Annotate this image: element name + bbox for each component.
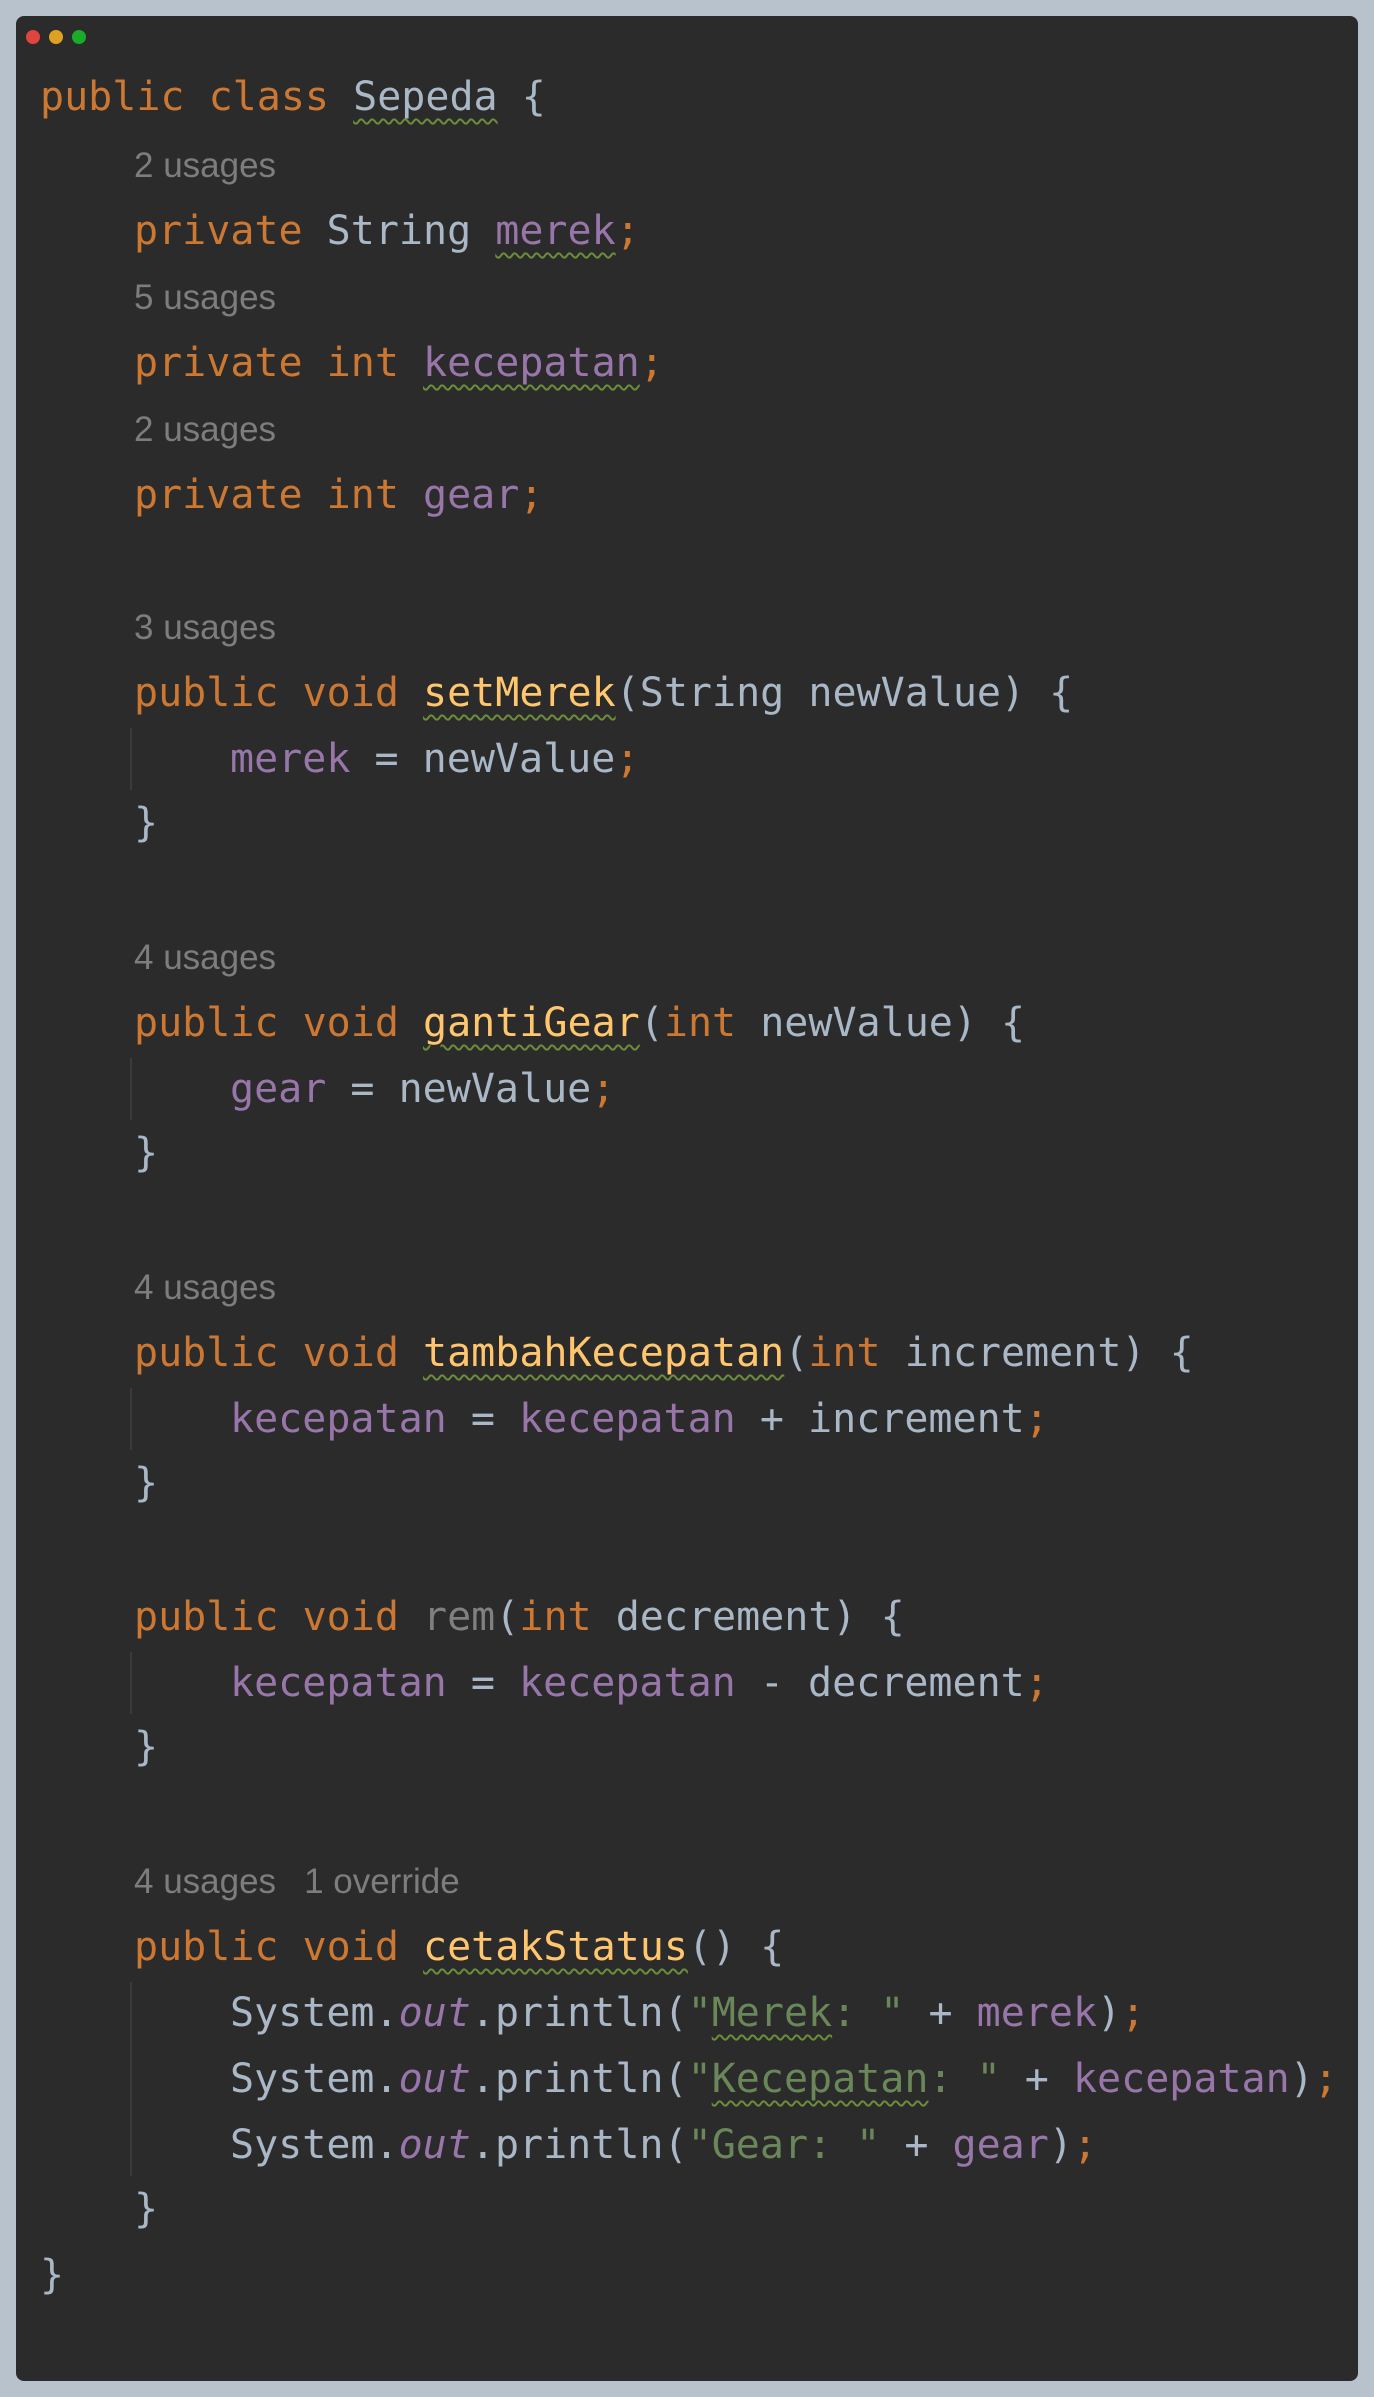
indent-guide [130,1388,132,1450]
code-line-class-close-brace: } [40,2252,65,2298]
code-line-print-gear: System.out.println("Gear: " + gear); [230,2122,1098,2168]
code-line-subtract-kecepatan: kecepatan = kecepatan - decrement; [230,1660,1049,1706]
code-line-close-brace: } [134,2186,159,2232]
code-line-field-gear: private int gear; [134,472,544,518]
indent-guide [130,1982,132,2176]
code-line-print-merek: System.out.println("Merek: " + merek); [230,1990,1146,2036]
code-line-close-brace: } [134,1130,159,1176]
usage-hint-cetakStatus: 4 usages 1 override [134,1858,460,1906]
close-window-icon[interactable] [26,30,40,44]
usage-hint-kecepatan[interactable]: 5 usages [134,274,276,322]
usage-count-cetakStatus[interactable]: 4 usages [134,1862,276,1901]
code-line-method-rem: public void rem(int decrement) { [134,1594,905,1640]
code-line-class-declaration: public class Sepeda { [40,74,546,120]
usage-hint-setMerek[interactable]: 3 usages [134,604,276,652]
code-line-close-brace: } [134,1724,159,1770]
code-line-field-merek: private String merek; [134,208,640,254]
indent-guide [130,728,132,790]
maximize-window-icon[interactable] [72,30,86,44]
minimize-window-icon[interactable] [49,30,63,44]
code-line-assign-gear: gear = newValue; [230,1066,616,1112]
code-line-add-kecepatan: kecepatan = kecepatan + increment; [230,1396,1049,1442]
code-line-method-tambahKecepatan: public void tambahKecepatan(int incremen… [134,1330,1194,1376]
code-line-close-brace: } [134,800,159,846]
code-line-method-gantiGear: public void gantiGear(int newValue) { [134,1000,1026,1046]
editor-window: public class Sepeda { 2 usages private S… [16,16,1358,2381]
code-line-close-brace: } [134,1460,159,1506]
indent-guide [130,1652,132,1714]
code-line-field-kecepatan: private int kecepatan; [134,340,664,386]
usage-hint-merek[interactable]: 2 usages [134,142,276,190]
code-line-method-cetakStatus: public void cetakStatus() { [134,1924,785,1970]
override-count-cetakStatus[interactable]: 1 override [304,1862,460,1901]
usage-hint-gantiGear[interactable]: 4 usages [134,934,276,982]
usage-hint-gear[interactable]: 2 usages [134,406,276,454]
code-line-assign-merek: merek = newValue; [230,736,640,782]
usage-hint-tambahKecepatan[interactable]: 4 usages [134,1264,276,1312]
code-line-method-setMerek: public void setMerek(String newValue) { [134,670,1074,716]
indent-guide [130,1058,132,1120]
code-line-print-kecepatan: System.out.println("Kecepatan: " + kecep… [230,2056,1338,2102]
